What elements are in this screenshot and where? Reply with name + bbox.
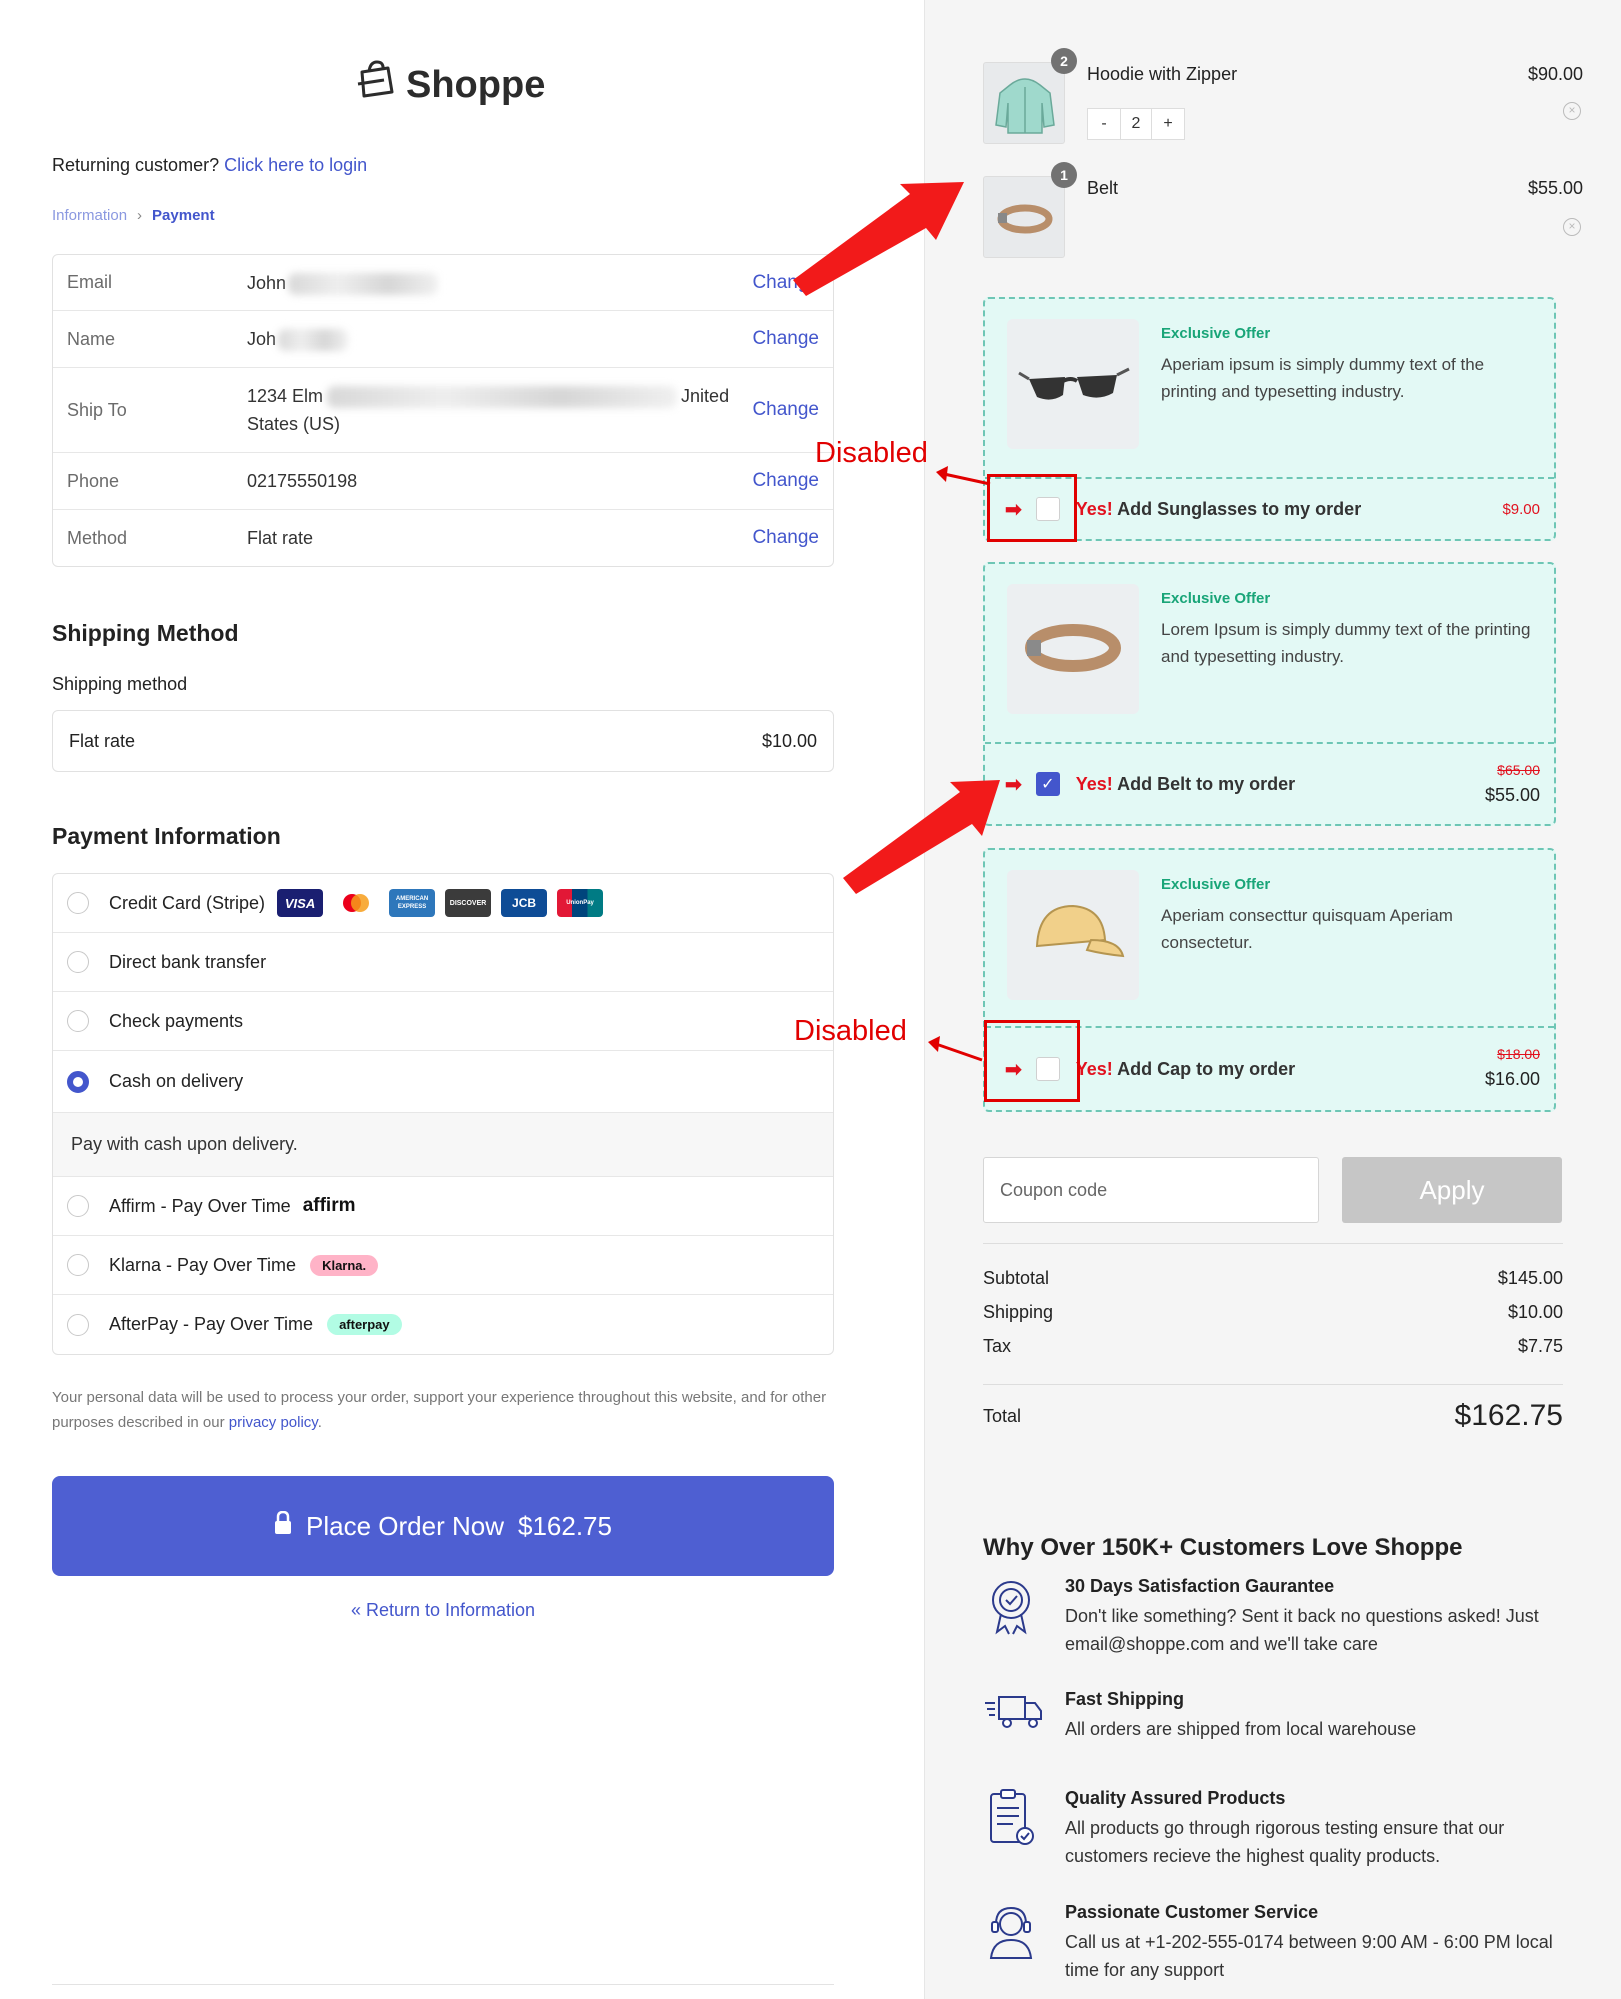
annotation-pointer	[935, 1042, 983, 1062]
annotation-disabled-label: Disabled	[794, 1015, 907, 1047]
annotation-arrow	[843, 780, 1000, 894]
annotation-disabled-label: Disabled	[815, 437, 928, 469]
annotation-highlight-box	[987, 474, 1077, 542]
annotation-pointer	[943, 472, 991, 486]
annotation-highlight-box	[984, 1020, 1080, 1102]
annotation-pointer-head	[928, 1036, 940, 1052]
annotation-overlay	[793, 182, 1000, 1062]
annotation-arrow	[793, 182, 964, 296]
annotation-pointer-head	[936, 466, 948, 482]
